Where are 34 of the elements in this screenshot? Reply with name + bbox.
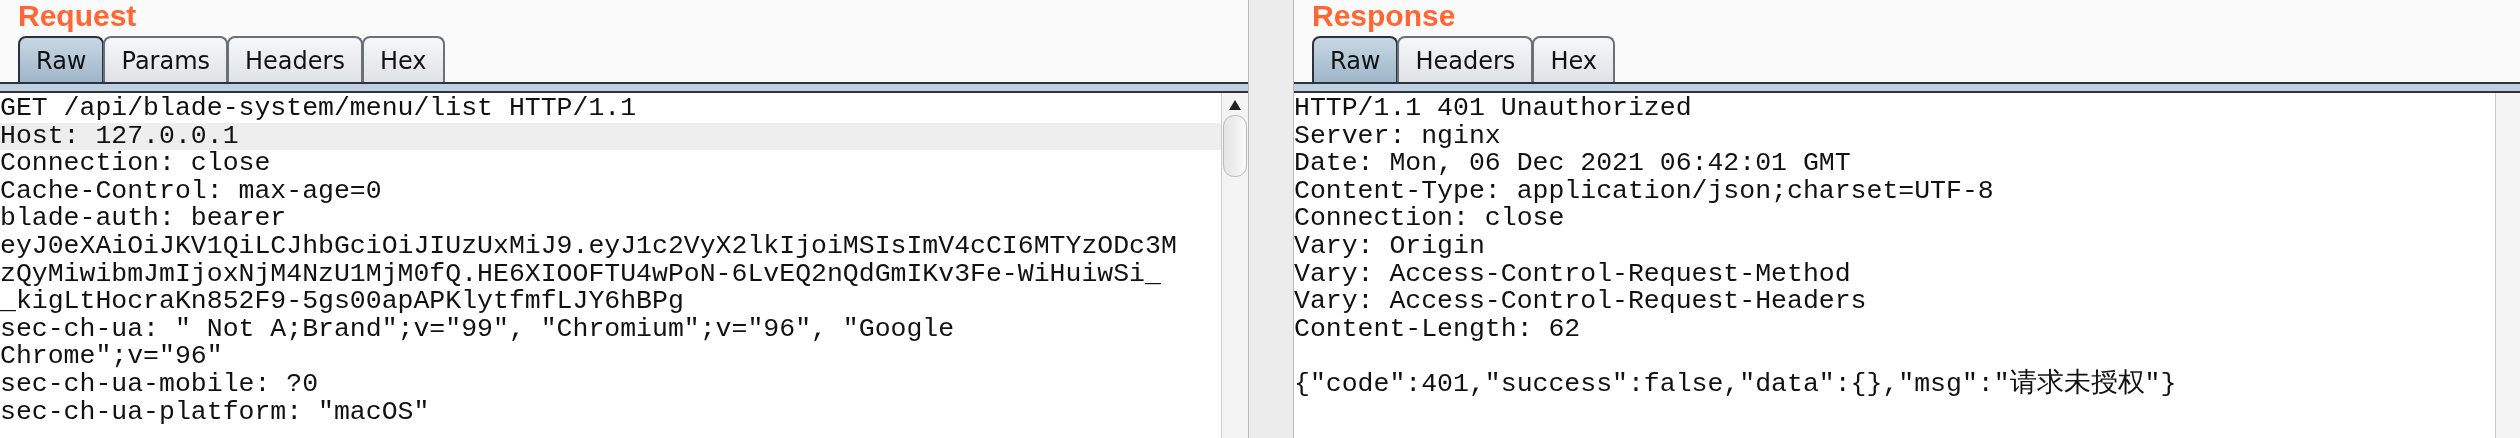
code-line: sec-ch-ua-mobile: ?0 bbox=[0, 370, 320, 399]
code-line: Connection: close bbox=[1294, 205, 1566, 233]
code-line: Vary: Access-Control-Request-Method bbox=[1294, 260, 1852, 289]
code-line: Connection: close bbox=[0, 150, 272, 178]
code-line: GET /api/blade-system/menu/list HTTP/1.1 bbox=[0, 95, 638, 123]
code-line: Vary: Access-Control-Request-Headers bbox=[1294, 288, 1868, 316]
tab[interactable]: Headers bbox=[227, 36, 363, 82]
code-line: sec-ch-ua: " Not A;Brand";v="99", "Chromium";v="96", "Google bbox=[0, 315, 956, 344]
code-line: Cache-Control: max-age=0 bbox=[0, 177, 383, 206]
code-line: Content-Length: 62 bbox=[1294, 315, 1582, 344]
code-line: _kigLtHocraKn852F9-5gs00apAPKlytfmfLJY6hBPg bbox=[0, 288, 685, 316]
up-arrow-icon[interactable] bbox=[1228, 99, 1242, 111]
tab[interactable]: Headers bbox=[1397, 36, 1534, 82]
tab[interactable]: Raw bbox=[18, 36, 105, 82]
tab[interactable]: Hex bbox=[361, 36, 445, 82]
panel-title: Response bbox=[1312, 0, 1457, 32]
code-line: zQyMiwibmJmIjoxNjM4NzU1MjM0fQ.HE6XIOOFTU4wPoN-6LvEQ2nQdGmIKv3Fe-WiHuiwSi_ bbox=[0, 260, 1162, 289]
code-line: blade-auth: bearer bbox=[0, 205, 288, 233]
code-line: Server: nginx bbox=[1294, 122, 1502, 151]
tab[interactable]: Hex bbox=[1532, 36, 1615, 82]
scrollbar[interactable] bbox=[1221, 93, 1248, 438]
tab[interactable]: Raw bbox=[1312, 36, 1399, 82]
code-line: HTTP/1.1 401 Unauthorized bbox=[1294, 95, 1693, 123]
panel-title: Request bbox=[18, 0, 138, 32]
code-line: sec-ch-ua-platform: "macOS" bbox=[0, 398, 431, 427]
code-line: Date: Mon, 06 Dec 2021 06:42:01 GMT bbox=[1294, 150, 1852, 178]
tab[interactable]: Params bbox=[103, 36, 229, 82]
code-line: {"code":401,"success":false,"data":{},"msg":"请求未授权"} bbox=[1294, 370, 2178, 399]
code-line: Chrome";v="96" bbox=[0, 343, 224, 371]
scrollbar[interactable] bbox=[2495, 93, 2520, 438]
code-line: Content-Type: application/json;charset=UTF-8 bbox=[1294, 177, 1995, 206]
code-line: Vary: Origin bbox=[1294, 232, 1486, 261]
scroll-thumb[interactable] bbox=[1223, 115, 1247, 177]
code-line: eyJ0eXAiOiJKV1QiLCJhbGciOiJIUzUxMiJ9.eyJ1c2VyX2lkIjoiMSIsImV4cCI6MTYzODc3M bbox=[0, 232, 1178, 261]
